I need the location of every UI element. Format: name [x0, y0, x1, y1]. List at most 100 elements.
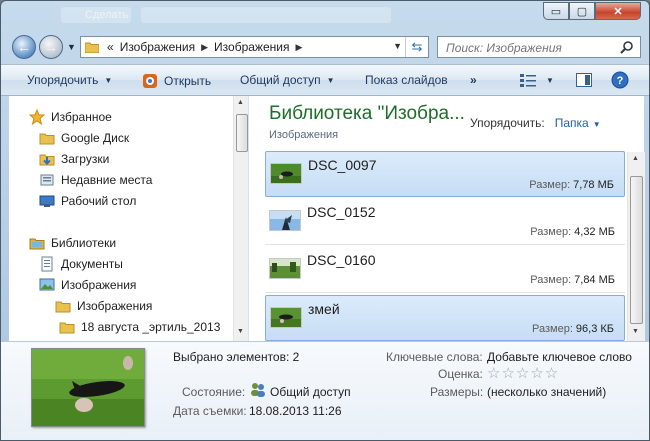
breadcrumb-prefix[interactable]: «: [107, 40, 114, 54]
arrange-label: Упорядочить:: [470, 116, 545, 130]
back-button[interactable]: ←: [12, 35, 36, 59]
close-button[interactable]: ✕: [595, 2, 641, 20]
organize-label: Упорядочить: [27, 73, 99, 87]
file-name: DSC_0160: [307, 252, 376, 268]
organize-button[interactable]: Упорядочить ▼: [27, 73, 112, 87]
navigation-bar: ← → ▼ « Изображения ▶ Изображения ▶ ▼ ⇆: [1, 32, 649, 62]
file-item[interactable]: змей Размер: 96,3 КБ: [265, 295, 625, 341]
nav-item-pictures[interactable]: Изображения: [39, 277, 136, 293]
selected-count: Выбрано элементов: 2: [173, 350, 300, 364]
close-icon: ✕: [613, 5, 623, 18]
scroll-up-icon[interactable]: ▲: [632, 155, 639, 162]
title-bar: Сделать ▭ ▢ ✕: [1, 1, 649, 28]
scroll-down-icon[interactable]: ▼: [632, 328, 639, 335]
breadcrumb-separator-icon[interactable]: ▶: [295, 42, 302, 53]
nav-item-recent-places[interactable]: Недавние места: [39, 172, 152, 188]
ghost-label: Сделать: [85, 9, 129, 21]
nav-item-label: Загрузки: [61, 152, 110, 166]
svg-text:?: ?: [617, 75, 624, 87]
nav-item-august-folder[interactable]: 18 августа _эртиль_2013: [59, 319, 220, 335]
pictures-library-icon: [39, 277, 55, 293]
rating-label: Оценка:: [438, 367, 483, 381]
help-button[interactable]: ?: [611, 71, 629, 89]
navigation-pane[interactable]: Избранное Google Диск Загрузки Недавние …: [9, 96, 249, 341]
refresh-button[interactable]: ⇆: [405, 37, 428, 57]
nav-item-label: Изображения: [77, 299, 153, 313]
file-item[interactable]: DSC_0152 Размер: 4,32 МБ: [265, 199, 625, 245]
nav-item-pictures-folder[interactable]: Изображения: [55, 298, 152, 314]
scrollbar-thumb[interactable]: [236, 114, 248, 152]
command-bar: Упорядочить ▼ Открыть Общий доступ ▼ Показ…: [1, 64, 649, 96]
slideshow-button[interactable]: Показ слайдов: [365, 73, 448, 87]
file-item[interactable]: DSC_0160 Размер: 7,84 МБ: [265, 247, 625, 293]
search-input[interactable]: [444, 40, 618, 56]
ghost-strip: [141, 7, 391, 23]
date-value[interactable]: 18.08.2013 11:26: [249, 404, 342, 418]
nav-item-documents[interactable]: Документы: [39, 256, 123, 272]
file-list-scrollbar[interactable]: ▲ ▼: [627, 152, 645, 341]
keywords-label: Ключевые слова:: [386, 350, 483, 364]
nav-item-desktop[interactable]: Рабочий стол: [39, 193, 136, 209]
breadcrumb-separator-icon[interactable]: ▶: [201, 42, 208, 53]
keywords-field[interactable]: Добавьте ключевое слово: [487, 350, 632, 364]
arrange-dropdown[interactable]: Папка: [555, 116, 589, 130]
chevron-down-icon[interactable]: ▼: [593, 120, 601, 129]
nav-libraries[interactable]: Библиотеки: [29, 235, 116, 251]
preview-pane-button[interactable]: [576, 73, 592, 87]
arrow-right-icon: →: [44, 39, 58, 55]
help-icon: ?: [611, 71, 629, 89]
maximize-button[interactable]: ▢: [569, 2, 595, 20]
navigation-scrollbar[interactable]: ▲ ▼: [233, 96, 248, 341]
more-label: »: [470, 73, 477, 87]
rating-stars[interactable]: ☆☆☆☆☆: [487, 364, 559, 382]
documents-icon: [39, 256, 55, 272]
view-options-button[interactable]: ▼: [520, 73, 554, 87]
file-size: Размер: 7,84 МБ: [530, 274, 615, 286]
nav-item-label: Google Диск: [61, 131, 130, 145]
open-button[interactable]: Открыть: [142, 73, 211, 89]
nav-item-label: Документы: [61, 257, 123, 271]
details-view-icon: [520, 74, 536, 87]
file-size: Размер: 4,32 МБ: [530, 226, 615, 238]
library-title: Библиотека "Изобра...: [269, 103, 465, 124]
share-label: Общий доступ: [240, 73, 321, 87]
scroll-up-icon[interactable]: ▲: [237, 99, 244, 106]
file-item[interactable]: DSC_0097 Размер: 7,78 МБ: [265, 151, 625, 197]
breadcrumb-item[interactable]: Изображения: [214, 40, 289, 54]
scrollbar-thumb[interactable]: [630, 176, 643, 324]
folder-icon: [85, 42, 99, 53]
state-label: Состояние:: [182, 385, 246, 399]
forward-button[interactable]: →: [39, 35, 63, 59]
image-thumbnail: [269, 258, 301, 279]
refresh-icon: ⇆: [411, 39, 423, 54]
nav-item-label: 18 августа _эртиль_2013: [81, 320, 221, 334]
nav-item-label: Рабочий стол: [61, 194, 137, 208]
share-button[interactable]: Общий доступ ▼: [240, 73, 335, 87]
chevron-down-icon: ▼: [104, 75, 113, 85]
minimize-icon: ▭: [550, 5, 562, 18]
folder-icon: [59, 319, 75, 335]
nav-item-google-drive[interactable]: Google Диск: [39, 130, 129, 146]
search-icon[interactable]: [620, 40, 634, 54]
preview-pane-icon: [576, 73, 592, 87]
image-thumbnail: [270, 307, 302, 328]
history-dropdown-icon[interactable]: ▼: [67, 42, 76, 52]
search-box[interactable]: [437, 36, 641, 58]
chevron-down-icon: ▼: [546, 75, 554, 85]
breadcrumb-item[interactable]: Изображения: [120, 40, 195, 54]
ghost-toolbar: Сделать: [61, 7, 131, 23]
nav-favorites[interactable]: Избранное: [28, 108, 112, 126]
folder-icon: [39, 130, 55, 146]
library-subtitle: Изображения: [269, 129, 339, 141]
nav-item-label: Изображения: [61, 278, 137, 292]
more-commands-button[interactable]: »: [470, 73, 477, 87]
scroll-down-icon[interactable]: ▼: [237, 328, 244, 335]
dimensions-value: (несколько значений): [487, 385, 607, 399]
arrange-by: Упорядочить: Папка ▼: [470, 116, 601, 130]
minimize-button[interactable]: ▭: [543, 2, 569, 20]
folder-icon: [55, 298, 71, 314]
nav-item-downloads[interactable]: Загрузки: [39, 151, 109, 167]
address-dropdown-icon[interactable]: ▼: [393, 41, 402, 51]
address-bar[interactable]: « Изображения ▶ Изображения ▶ ▼ ⇆: [80, 36, 429, 58]
dimensions-label: Размеры:: [430, 385, 484, 399]
